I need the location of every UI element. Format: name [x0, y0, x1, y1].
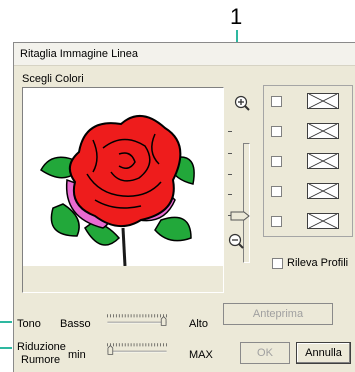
zoom-in-icon[interactable] [234, 95, 250, 111]
tone-min-label: Basso [60, 318, 91, 330]
title-bar[interactable]: Ritaglia Immagine Linea [14, 43, 355, 66]
color-checkbox[interactable] [271, 156, 282, 167]
zoom-tick [228, 174, 232, 175]
color-swatch [307, 183, 339, 199]
zoom-slider-track[interactable] [243, 143, 250, 263]
zoom-out-icon[interactable] [228, 233, 244, 249]
color-swatch [307, 123, 339, 139]
choose-colors-label: Scegli Colori [22, 73, 84, 85]
window-title: Ritaglia Immagine Linea [20, 48, 139, 60]
zoom-tick [228, 194, 232, 195]
zoom-tick [228, 153, 232, 154]
preview-button[interactable]: Anteprima [223, 303, 333, 325]
rose-image [40, 115, 195, 267]
color-swatch [307, 93, 339, 109]
noise-min-label: min [68, 349, 86, 361]
detect-contours-label: Rileva Profili [287, 257, 349, 269]
color-swatch [307, 153, 339, 169]
noise-reduction-label-line2: Rumore [21, 354, 61, 366]
slider-thumb[interactable] [107, 345, 114, 355]
zoom-slider-thumb[interactable] [230, 211, 250, 221]
color-swatch [307, 213, 339, 229]
noise-reduction-slider[interactable] [96, 340, 178, 356]
crop-line-image-dialog: Ritaglia Immagine Linea Scegli Colori Ri… [13, 42, 355, 372]
tone-slider[interactable] [96, 311, 178, 327]
tone-max-label: Alto [189, 318, 208, 330]
color-checkbox[interactable] [271, 216, 282, 227]
cancel-button[interactable]: Annulla [296, 342, 351, 364]
zoom-tick [228, 131, 232, 132]
callout-line-tono [0, 321, 12, 323]
color-list [263, 85, 353, 237]
callout-line-riduzione [0, 347, 12, 349]
color-checkbox[interactable] [271, 186, 282, 197]
tone-label: Tono [17, 318, 41, 330]
noise-reduction-label-line1: Riduzione [17, 341, 66, 353]
noise-max-label: MAX [189, 349, 213, 361]
color-checkbox[interactable] [271, 126, 282, 137]
slider-thumb[interactable] [160, 316, 167, 326]
detect-contours-checkbox[interactable] [272, 258, 283, 269]
color-checkbox[interactable] [271, 96, 282, 107]
preview-footer [23, 266, 223, 292]
ok-button[interactable]: OK [240, 342, 290, 364]
callout-number: 1 [230, 4, 243, 29]
image-preview[interactable] [22, 87, 224, 293]
